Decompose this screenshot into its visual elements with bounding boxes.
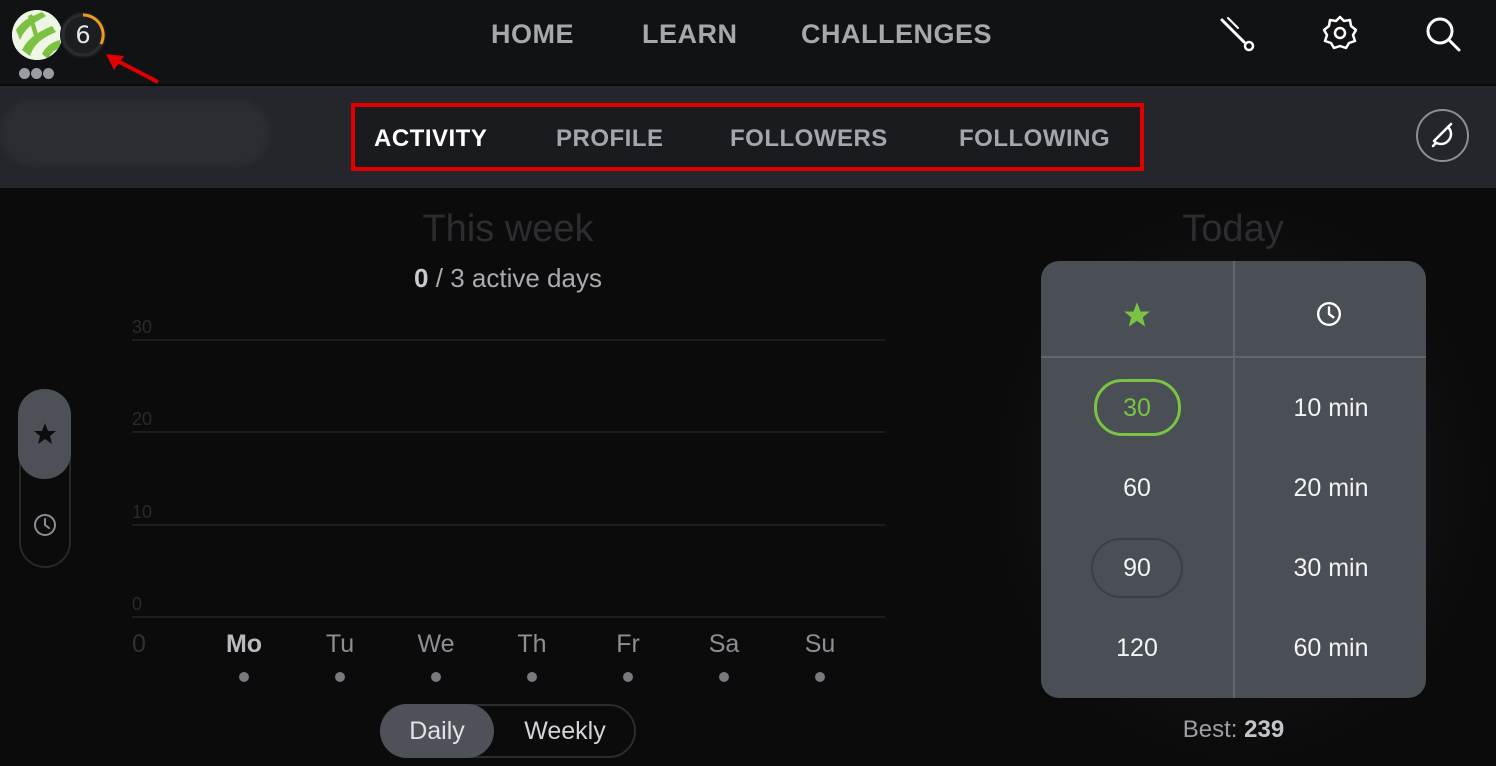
profile-subbar: ACTIVITY PROFILE FOLLOWERS FOLLOWING xyxy=(0,86,1496,188)
active-days-count: 0 xyxy=(414,263,429,293)
y-tick-label: 10 xyxy=(132,502,153,522)
avatar[interactable] xyxy=(12,10,62,60)
week-title: This week xyxy=(422,208,594,250)
gridline xyxy=(132,524,885,526)
search-icon[interactable] xyxy=(1423,14,1463,54)
xp-option-90[interactable]: 90 xyxy=(1041,554,1233,583)
day-dot-we xyxy=(431,672,441,682)
gridline xyxy=(132,431,885,433)
day-dot-tu xyxy=(335,672,345,682)
tab-activity[interactable]: ACTIVITY xyxy=(374,125,487,153)
notification-button[interactable] xyxy=(1416,109,1469,162)
y-tick-label: 30 xyxy=(132,317,153,337)
xp-option-60[interactable]: 60 xyxy=(1041,474,1233,503)
y-tick-label: 0 xyxy=(132,594,143,614)
best-score: Best: 239 xyxy=(1041,716,1426,744)
metric-xp-button[interactable] xyxy=(18,389,71,479)
brush-icon[interactable] xyxy=(1218,14,1258,54)
weekly-button[interactable]: Weekly xyxy=(500,704,630,758)
time-option-60[interactable]: 60 min xyxy=(1235,634,1426,663)
day-label-tu: Tu xyxy=(325,630,355,658)
nav-challenges[interactable]: CHALLENGES xyxy=(801,19,992,50)
clock-icon[interactable] xyxy=(33,513,57,537)
day-label-we: We xyxy=(417,630,455,658)
nav-learn[interactable]: LEARN xyxy=(642,19,738,50)
top-bar: 6 HOME LEARN CHALLENGES xyxy=(0,0,1496,84)
annotation-arrow-icon xyxy=(106,54,159,84)
clock-icon xyxy=(1316,301,1342,327)
time-option-30[interactable]: 30 min xyxy=(1235,554,1426,583)
tab-followers[interactable]: FOLLOWERS xyxy=(730,125,888,153)
active-days-label: / 3 active days xyxy=(435,263,602,293)
gear-icon[interactable] xyxy=(1320,14,1360,54)
username-redacted xyxy=(0,100,270,166)
day-label-fr: Fr xyxy=(616,630,640,658)
day-dot-th xyxy=(527,672,537,682)
tab-profile[interactable]: PROFILE xyxy=(556,125,664,153)
avatar-pattern-icon xyxy=(12,10,62,60)
time-option-20[interactable]: 20 min xyxy=(1235,474,1426,503)
day-dot-sa xyxy=(719,672,729,682)
today-title: Today xyxy=(1182,208,1284,250)
gridline xyxy=(132,339,885,341)
day-dot-fr xyxy=(623,672,633,682)
tab-following[interactable]: FOLLOWING xyxy=(959,125,1110,153)
bell-icon xyxy=(1431,122,1453,148)
star-icon xyxy=(34,423,56,444)
y-tick-label: 20 xyxy=(132,409,153,429)
xp-option-120[interactable]: 120 xyxy=(1041,634,1233,663)
day-dot-su xyxy=(815,672,825,682)
daily-button[interactable]: Daily xyxy=(380,704,494,758)
xp-option-30[interactable]: 30 xyxy=(1041,394,1233,423)
day-dot-mo xyxy=(239,672,249,682)
daily-goal-panel: 30 60 90 120 10 min 20 min 30 min 60 min xyxy=(1041,261,1426,698)
best-label: Best: xyxy=(1182,716,1238,743)
active-days-summary: 0 / 3 active days xyxy=(0,263,1016,294)
day-label-su: Su xyxy=(804,630,836,658)
best-value: 239 xyxy=(1244,716,1285,743)
profile-tabs: ACTIVITY PROFILE FOLLOWERS FOLLOWING xyxy=(351,103,1144,171)
day-label-sa: Sa xyxy=(708,630,740,658)
panel-divider xyxy=(1041,356,1426,358)
cut-off-day-label: 0 xyxy=(132,630,146,658)
nav-home[interactable]: HOME xyxy=(491,19,574,50)
time-option-10[interactable]: 10 min xyxy=(1235,394,1426,423)
more-dots[interactable] xyxy=(19,66,55,84)
day-label-mo: Mo xyxy=(225,630,263,658)
day-label-th: Th xyxy=(517,630,547,658)
star-icon xyxy=(1124,302,1150,327)
baseline xyxy=(132,616,885,618)
